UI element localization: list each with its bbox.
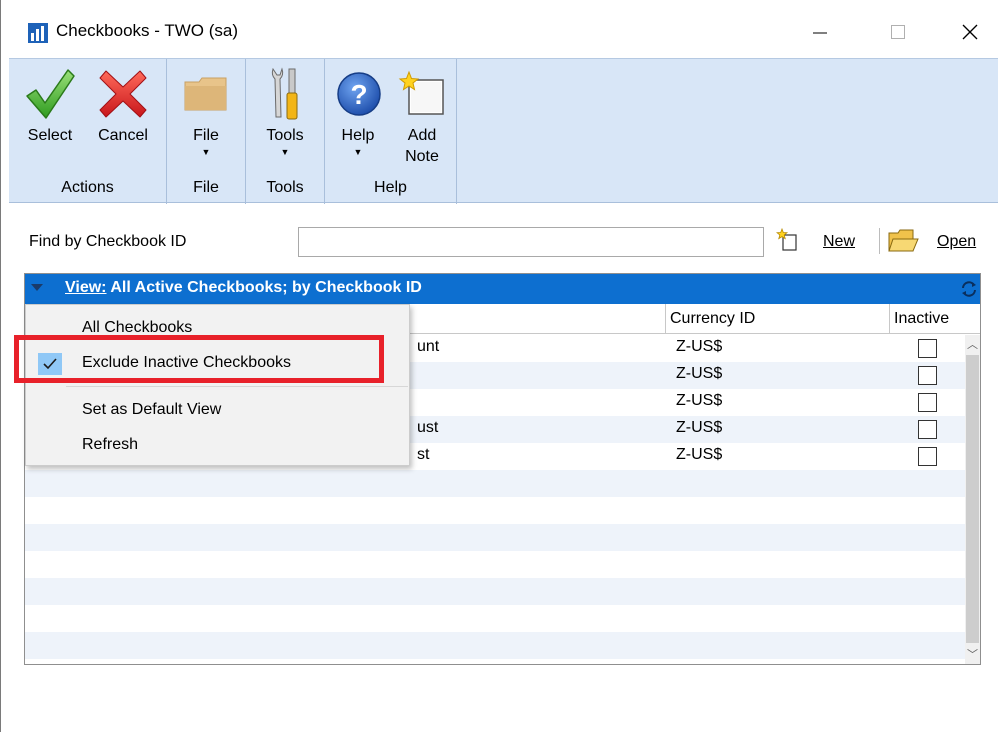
- maximize-icon: [891, 25, 905, 39]
- toolbar-divider: [879, 228, 880, 254]
- select-button[interactable]: Select: [17, 59, 83, 146]
- scrollbar-thumb[interactable]: [966, 355, 979, 643]
- scroll-down-icon[interactable]: ﹀: [965, 645, 980, 663]
- inactive-checkbox[interactable]: [918, 420, 937, 439]
- ribbon-group-label-tools: Tools: [266, 179, 304, 196]
- currency-cell: Z-US$: [676, 365, 723, 382]
- view-name: All Active Checkbooks; by Checkbook ID: [106, 279, 422, 296]
- column-inactive[interactable]: Inactive: [889, 304, 980, 334]
- window-title: Checkbooks - TWO (sa): [56, 21, 239, 40]
- chevron-down-icon: ▼: [353, 147, 363, 157]
- view-menu: All Checkbooks Exclude Inactive Checkboo…: [25, 304, 410, 466]
- menu-item-label: Set as Default View: [82, 401, 222, 418]
- table-row-empty: [25, 497, 965, 524]
- description-cell: ust: [417, 419, 439, 436]
- ribbon-group-file: File ▼ File: [167, 59, 246, 204]
- cancel-button[interactable]: Cancel: [87, 59, 159, 146]
- add-note-button[interactable]: Add Note: [391, 59, 453, 167]
- view-prefix: View:: [65, 279, 107, 296]
- checkbooks-window: Checkbooks - TWO (sa) Select Cancel Acti…: [0, 0, 998, 732]
- open-link[interactable]: Open: [937, 233, 976, 251]
- vertical-scrollbar[interactable]: ︿ ﹀: [965, 335, 980, 664]
- table-row-empty: [25, 524, 965, 551]
- view-bar[interactable]: View: All Active Checkbooks; by Checkboo…: [25, 274, 980, 304]
- cancel-icon: [99, 70, 147, 118]
- select-label: Select: [27, 127, 73, 144]
- check-icon: [26, 69, 75, 119]
- menu-item-refresh[interactable]: Refresh: [26, 428, 409, 462]
- description-cell: st: [417, 446, 430, 463]
- menu-separator: [66, 386, 408, 387]
- currency-cell: Z-US$: [676, 419, 723, 436]
- table-row-empty: [25, 632, 965, 659]
- inactive-checkbox[interactable]: [918, 393, 937, 412]
- ribbon-group-label-help: Help: [374, 179, 407, 196]
- folder-icon: [184, 77, 227, 111]
- tools-label: Tools: [266, 127, 304, 144]
- table-row-empty: [25, 605, 965, 632]
- ribbon: Select Cancel Actions File ▼ File Tools …: [9, 58, 998, 204]
- find-by-label: Find by Checkbook ID: [29, 233, 187, 250]
- ribbon-group-actions: Select Cancel Actions: [9, 59, 167, 204]
- inactive-checkbox[interactable]: [918, 447, 937, 466]
- column-currency-id[interactable]: Currency ID: [665, 304, 889, 334]
- view-title[interactable]: View: All Active Checkbooks; by Checkboo…: [65, 279, 422, 297]
- table-row-empty: [25, 470, 965, 497]
- currency-cell: Z-US$: [676, 446, 723, 463]
- help-label: Help: [341, 127, 375, 144]
- minimize-button[interactable]: [797, 12, 843, 52]
- svg-text:?: ?: [350, 79, 367, 110]
- help-icon: ?: [337, 72, 381, 116]
- description-cell: unt: [417, 338, 440, 355]
- tools-button[interactable]: Tools ▼: [250, 59, 320, 158]
- column-inactive-label: Inactive: [894, 310, 950, 327]
- inactive-checkbox[interactable]: [918, 366, 937, 385]
- ribbon-group-label-actions: Actions: [61, 179, 114, 196]
- menu-item-set-default-view[interactable]: Set as Default View: [26, 393, 409, 427]
- file-label: File: [193, 127, 219, 144]
- menu-item-label: Refresh: [82, 436, 139, 453]
- find-checkbook-input[interactable]: [298, 227, 764, 257]
- open-folder-icon[interactable]: [887, 227, 919, 255]
- help-button[interactable]: ? Help ▼: [329, 59, 387, 158]
- refresh-icon[interactable]: [959, 279, 979, 299]
- ribbon-group-tools: Tools ▼ Tools: [246, 59, 325, 204]
- table-row-empty: [25, 551, 965, 578]
- inactive-checkbox[interactable]: [918, 339, 937, 358]
- title-bar: Checkbooks - TWO (sa): [1, 0, 998, 58]
- scroll-up-icon[interactable]: ︿: [965, 335, 980, 353]
- close-button[interactable]: [947, 12, 993, 52]
- view-dropdown-icon[interactable]: [31, 284, 43, 291]
- currency-cell: Z-US$: [676, 338, 723, 355]
- new-icon[interactable]: [776, 228, 800, 252]
- annotation-highlight: [14, 335, 384, 383]
- add-note-icon: [398, 70, 444, 115]
- file-button[interactable]: File ▼: [171, 59, 241, 158]
- tools-icon: [271, 67, 298, 120]
- app-icon: [28, 23, 48, 43]
- add-note-label-line2: Note: [405, 148, 439, 165]
- minimize-icon: [813, 32, 827, 34]
- table-row-empty: [25, 578, 965, 605]
- maximize-button[interactable]: [875, 12, 921, 52]
- new-link[interactable]: New: [823, 233, 855, 251]
- ribbon-group-help: ? Help ▼ Add Note Help: [325, 59, 457, 204]
- currency-cell: Z-US$: [676, 392, 723, 409]
- column-currency-id-label: Currency ID: [670, 310, 756, 327]
- chevron-down-icon: ▼: [201, 147, 211, 157]
- ribbon-group-label-file: File: [193, 179, 219, 196]
- chevron-down-icon: ▼: [280, 147, 290, 157]
- add-note-label-line1: Add: [407, 127, 437, 144]
- cancel-label: Cancel: [98, 127, 148, 144]
- close-icon: [962, 24, 978, 40]
